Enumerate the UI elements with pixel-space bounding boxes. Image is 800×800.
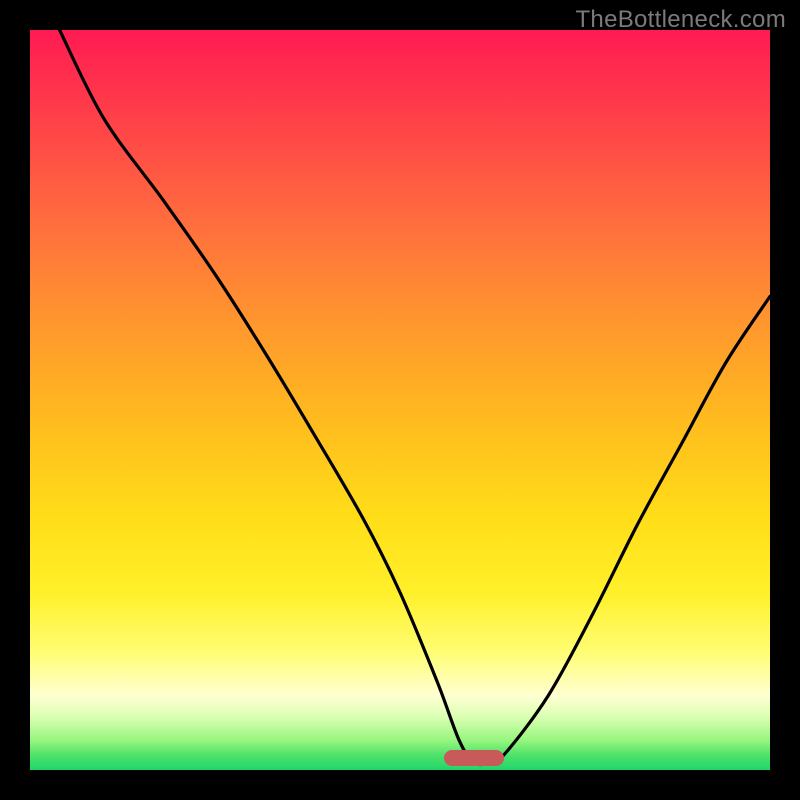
chart-frame: TheBottleneck.com [0,0,800,800]
target-marker [444,750,503,766]
watermark-text: TheBottleneck.com [575,6,786,34]
bottleneck-curve [30,30,770,770]
